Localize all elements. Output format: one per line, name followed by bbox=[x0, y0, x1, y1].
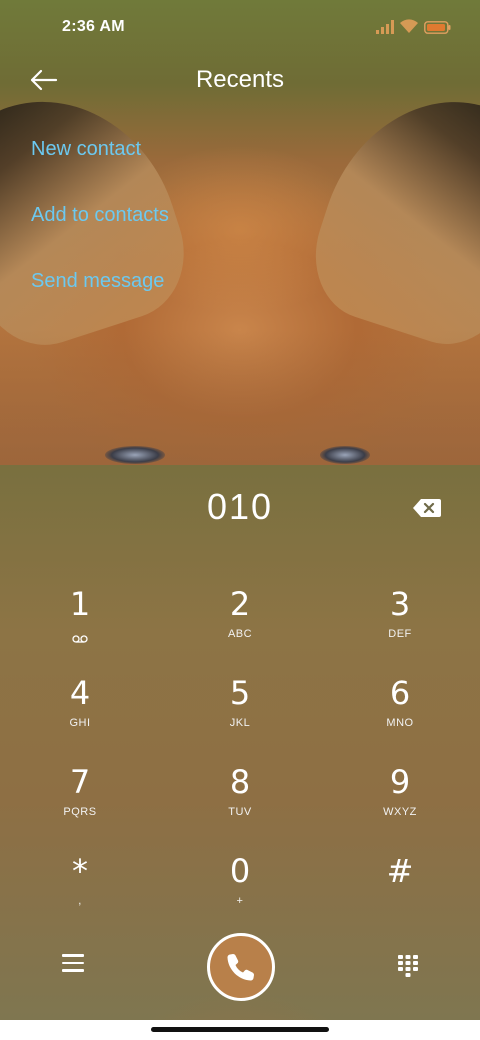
fox-fur bbox=[0, 330, 480, 465]
key-digit: 8 bbox=[229, 763, 251, 801]
page-title: Recents bbox=[195, 66, 285, 93]
key-2[interactable]: 2 ABC bbox=[180, 578, 300, 658]
wifi-icon bbox=[400, 19, 418, 33]
key-digit: 4 bbox=[69, 674, 91, 712]
fox-eye-right bbox=[320, 446, 370, 464]
phone-icon bbox=[227, 954, 254, 981]
dialpad-icon[interactable] bbox=[397, 954, 419, 978]
dialer-screen: 2:36 AM Recents New contact Add to conta… bbox=[0, 0, 480, 1020]
menu-icon[interactable] bbox=[62, 954, 84, 974]
status-time: 2:36 AM bbox=[62, 18, 125, 35]
key-6[interactable]: 6 MNO bbox=[340, 667, 460, 747]
key-4[interactable]: 4 GHI bbox=[20, 667, 140, 747]
key-letters: , bbox=[78, 895, 82, 907]
key-0[interactable]: 0 + bbox=[180, 845, 300, 925]
call-button[interactable] bbox=[207, 933, 275, 1001]
key-7[interactable]: 7 PQRS bbox=[20, 756, 140, 836]
key-letters: + bbox=[236, 895, 244, 907]
backspace-icon[interactable] bbox=[412, 498, 442, 518]
fox-eye-left bbox=[105, 446, 165, 464]
key-digit: # bbox=[386, 852, 414, 890]
voicemail-icon bbox=[72, 635, 88, 643]
status-bar: 2:36 AM bbox=[0, 0, 480, 56]
key-digit: * bbox=[72, 852, 88, 890]
key-9[interactable]: 9 WXYZ bbox=[340, 756, 460, 836]
key-5[interactable]: 5 JKL bbox=[180, 667, 300, 747]
key-digit: 2 bbox=[229, 585, 251, 623]
add-to-contacts-link[interactable]: Add to contacts bbox=[31, 204, 169, 227]
key-letters: PQRS bbox=[63, 806, 97, 818]
key-letters: DEF bbox=[388, 628, 412, 640]
key-1[interactable]: 1 bbox=[20, 578, 140, 658]
key-letters: MNO bbox=[386, 717, 414, 729]
key-star[interactable]: * , bbox=[20, 845, 140, 925]
fox-ear-right bbox=[297, 69, 480, 361]
dialed-number: 010 bbox=[206, 486, 274, 527]
key-letters: ABC bbox=[227, 628, 253, 640]
home-indicator[interactable] bbox=[151, 1027, 329, 1032]
key-digit: 1 bbox=[69, 585, 91, 623]
key-digit: 5 bbox=[229, 674, 251, 712]
key-digit: 3 bbox=[389, 585, 411, 623]
key-8[interactable]: 8 TUV bbox=[180, 756, 300, 836]
key-letters: WXYZ bbox=[383, 806, 417, 818]
send-message-link[interactable]: Send message bbox=[31, 270, 164, 293]
key-digit: 9 bbox=[389, 763, 411, 801]
key-hash[interactable]: # bbox=[340, 845, 460, 925]
key-letters: GHI bbox=[69, 717, 91, 729]
key-letters: TUV bbox=[228, 806, 252, 818]
battery-icon bbox=[424, 21, 451, 34]
key-digit: 7 bbox=[69, 763, 91, 801]
key-letters: JKL bbox=[229, 717, 251, 729]
key-digit: 6 bbox=[389, 674, 411, 712]
signal-icon bbox=[376, 20, 394, 34]
new-contact-link[interactable]: New contact bbox=[31, 138, 141, 161]
key-3[interactable]: 3 DEF bbox=[340, 578, 460, 658]
key-digit: 0 bbox=[229, 852, 251, 890]
